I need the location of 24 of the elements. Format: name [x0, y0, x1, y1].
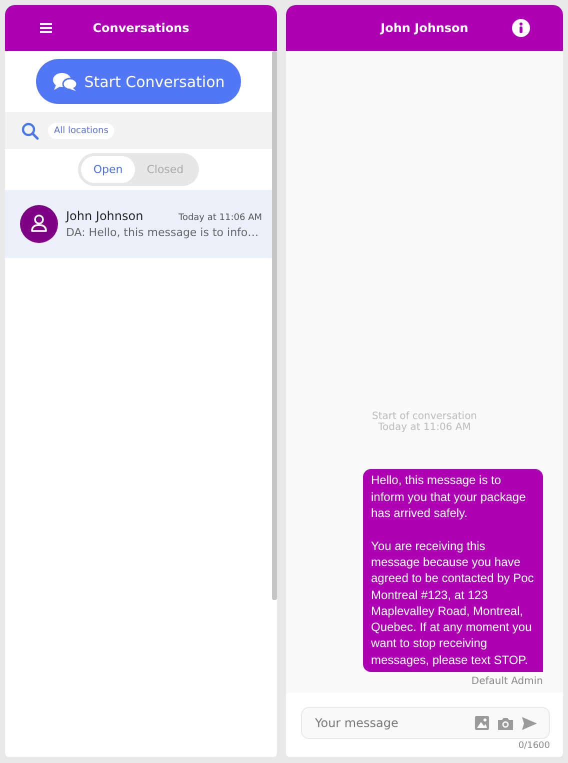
avatar-icon	[20, 205, 58, 243]
conversation-item[interactable]: John Johnson Today at 11:06 AM DA: Hello, this message is to info…	[5, 190, 272, 258]
conversation-start-label: Start of conversation	[372, 411, 478, 422]
message-preview: DA: Hello, this message is to info…	[66, 226, 260, 239]
panel-title: Conversations	[92, 21, 190, 35]
menu-icon[interactable]	[40, 23, 52, 33]
search-icon[interactable]	[21, 122, 39, 140]
message-field[interactable]: Your message	[301, 707, 550, 739]
location-filter[interactable]: All locations	[48, 122, 114, 138]
camera-icon[interactable]	[498, 716, 513, 730]
sender-name: Default Admin	[471, 676, 543, 687]
image-icon[interactable]	[475, 716, 489, 730]
scrollbar[interactable]	[272, 51, 277, 600]
start-conversation-button[interactable]: Start Conversation	[36, 59, 241, 104]
panel-title: John Johnson	[380, 21, 468, 35]
status-tab[interactable]: Open	[81, 156, 135, 183]
send-icon[interactable]	[522, 716, 537, 730]
message-time: Today at 11:06 AM	[178, 213, 262, 223]
info-icon[interactable]	[512, 19, 530, 37]
contact-name: John Johnson	[66, 209, 144, 223]
chat-bubbles-icon	[52, 72, 78, 92]
message-bubble: Hello, this message is to inform you that your package has arrived safely. You are receiving this message because you have agreed to be contacted by Poc Montreal #123, at 123 Maplevalley Road, Montreal, Quebec. If at any moment you want to stop receiving messages, please text STOP.	[363, 469, 543, 672]
conversation-start-time: Today at 11:06 AM	[378, 422, 471, 434]
character-counter: 0/1600	[518, 741, 550, 751]
